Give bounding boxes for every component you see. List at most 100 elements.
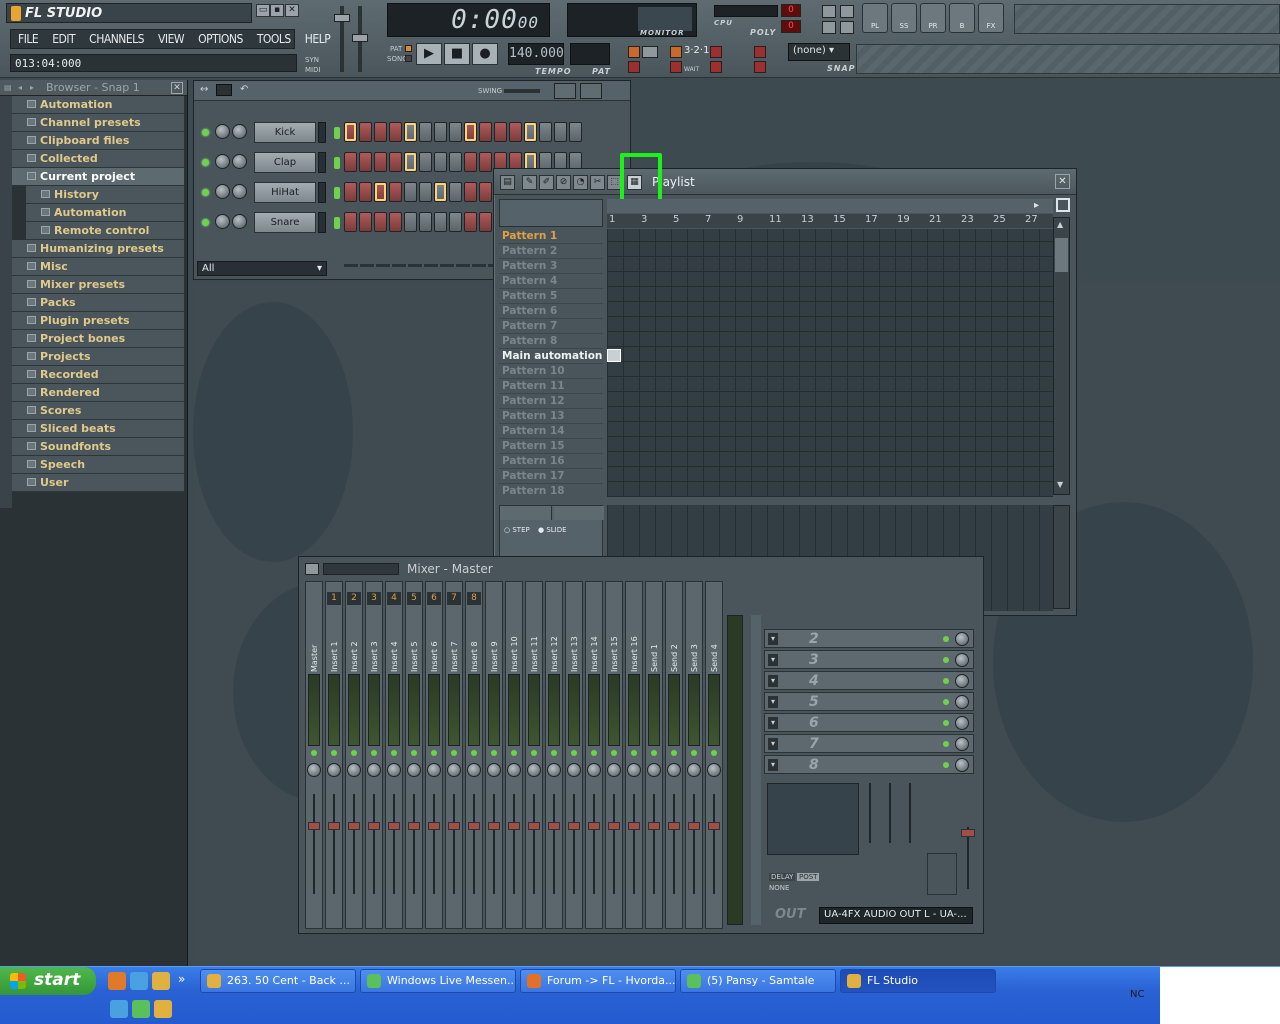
mixer-fader-track[interactable] (513, 794, 515, 894)
step-sequencer-shortcut-button[interactable]: SS (891, 3, 917, 33)
browser-item[interactable]: Soundfonts (12, 438, 184, 456)
fx-slot[interactable]: ▾ 7 (764, 734, 974, 753)
delay-label[interactable]: DELAY (769, 873, 796, 881)
mixer-strip[interactable]: 8 Insert 8 (465, 581, 483, 929)
eq-band-3-slider[interactable] (909, 783, 911, 843)
menu-file[interactable]: FILE (11, 30, 45, 48)
step-button[interactable] (434, 212, 447, 232)
waveform-tab-icon[interactable] (500, 506, 552, 520)
mixer-pan-knob[interactable] (587, 763, 601, 777)
event-editor-scrollbar[interactable] (1053, 505, 1070, 609)
playlist-grid[interactable] (607, 229, 1053, 497)
mixer-enable-led[interactable] (371, 750, 377, 756)
mixer-enable-led[interactable] (671, 750, 677, 756)
playlist-overview[interactable] (607, 199, 1053, 213)
step-button[interactable] (539, 122, 552, 142)
taskbar-button[interactable]: Forum -> FL - Hvorda... (520, 969, 676, 993)
mixer-fader-track[interactable] (573, 794, 575, 894)
mixer-pan-knob[interactable] (327, 763, 341, 777)
stop-button[interactable]: ■ (444, 43, 470, 65)
step-button[interactable] (374, 152, 387, 172)
mixer-fader-track[interactable] (313, 794, 315, 894)
step-button[interactable] (404, 122, 417, 142)
mixer-fader-handle[interactable] (448, 822, 460, 830)
mixer-enable-led[interactable] (411, 750, 417, 756)
output-select[interactable]: UA-4FX AUDIO OUT L - UA-... (819, 907, 973, 924)
scroll-up-icon[interactable]: ▲ (1057, 220, 1063, 229)
mixer-fader-handle[interactable] (508, 822, 520, 830)
mixer-fader-handle[interactable] (408, 822, 420, 830)
mixer-enable-led[interactable] (651, 750, 657, 756)
mixer-fader-track[interactable] (473, 794, 475, 894)
step-button[interactable] (419, 212, 432, 232)
mixer-strip[interactable]: Insert 12 (545, 581, 563, 929)
menu-view[interactable]: VIEW (151, 30, 191, 48)
fx-slot-led[interactable] (943, 699, 949, 705)
step-button[interactable] (479, 122, 492, 142)
taskbar-button[interactable]: 263. 50 Cent - Back ... (200, 969, 356, 993)
playlist-shortcut-button[interactable]: PL (862, 3, 888, 33)
mixer-pan-knob[interactable] (647, 763, 661, 777)
playlist-track-label[interactable]: Pattern 1 (499, 229, 603, 244)
fx-mix-knob[interactable] (955, 737, 969, 751)
browser-item[interactable]: Scores (12, 402, 184, 420)
eq-display[interactable] (767, 783, 859, 855)
browser-item[interactable]: Speech (12, 456, 184, 474)
mixer-strip[interactable]: 4 Insert 4 (385, 581, 403, 929)
mixer-pan-knob[interactable] (407, 763, 421, 777)
step-button[interactable] (419, 152, 432, 172)
mixer-fader-handle[interactable] (568, 822, 580, 830)
mixer-enable-led[interactable] (631, 750, 637, 756)
mixer-strip[interactable]: Insert 15 (605, 581, 623, 929)
step-button[interactable] (524, 122, 537, 142)
channel-select-led[interactable] (334, 157, 340, 169)
mixer-strip[interactable]: Insert 9 (485, 581, 503, 929)
browser-item[interactable]: Channel presets (12, 114, 184, 132)
channel-select-led[interactable] (334, 187, 340, 199)
mixer-strip[interactable]: 5 Insert 5 (405, 581, 423, 929)
step-button[interactable] (374, 122, 387, 142)
open-icon[interactable] (822, 21, 836, 34)
snap-select[interactable]: (none) ▾ (788, 43, 850, 61)
channel-select-led[interactable] (334, 217, 340, 229)
mixer-strip[interactable]: Send 2 (665, 581, 683, 929)
mixer-pan-knob[interactable] (687, 763, 701, 777)
playlist-track-label[interactable]: Pattern 4 (499, 274, 603, 289)
mixer-fader-track[interactable] (593, 794, 595, 894)
post-label[interactable]: POST (797, 873, 820, 881)
fx-slot[interactable]: ▾ 5 (764, 692, 974, 711)
channel-active-led[interactable] (202, 219, 209, 226)
mixer-fader-handle[interactable] (628, 822, 640, 830)
mixer-pan-knob[interactable] (527, 763, 541, 777)
mixer-fader-track[interactable] (413, 794, 415, 894)
mixer-fader-handle[interactable] (708, 822, 720, 830)
step-button[interactable] (374, 182, 387, 202)
fx-slot-led[interactable] (943, 678, 949, 684)
mixer-enable-led[interactable] (691, 750, 697, 756)
mixer-fader-handle[interactable] (528, 822, 540, 830)
mixer-fader-track[interactable] (393, 794, 395, 894)
mixer-fader-handle[interactable] (668, 822, 680, 830)
playlist-track-label[interactable]: Pattern 5 (499, 289, 603, 304)
play-button[interactable]: ▶ (416, 43, 442, 65)
mixer-fader-track[interactable] (553, 794, 555, 894)
mixer-enable-led[interactable] (431, 750, 437, 756)
channel-select-led[interactable] (334, 127, 340, 139)
mixer-strip[interactable]: Send 4 (705, 581, 723, 929)
mixer-pan-knob[interactable] (547, 763, 561, 777)
playlist-track-label[interactable]: Main automation (499, 349, 603, 364)
step-button[interactable] (434, 152, 447, 172)
save-icon[interactable] (840, 5, 854, 18)
mixer-fader-track[interactable] (453, 794, 455, 894)
menu-options[interactable]: OPTIONS (191, 30, 250, 48)
export-icon[interactable] (840, 21, 854, 34)
playlist-track-label[interactable]: Pattern 13 (499, 409, 603, 424)
browser-item[interactable]: Recorded (12, 366, 184, 384)
mixer-fader-track[interactable] (693, 794, 695, 894)
sequencer-arrows-icon[interactable]: ↔ (200, 84, 208, 95)
typing-keyboard-icon[interactable] (754, 46, 766, 58)
step-button[interactable] (344, 122, 357, 142)
step-button[interactable] (464, 152, 477, 172)
playlist-track-label[interactable]: Pattern 12 (499, 394, 603, 409)
graph-editor-icon[interactable] (554, 83, 576, 99)
